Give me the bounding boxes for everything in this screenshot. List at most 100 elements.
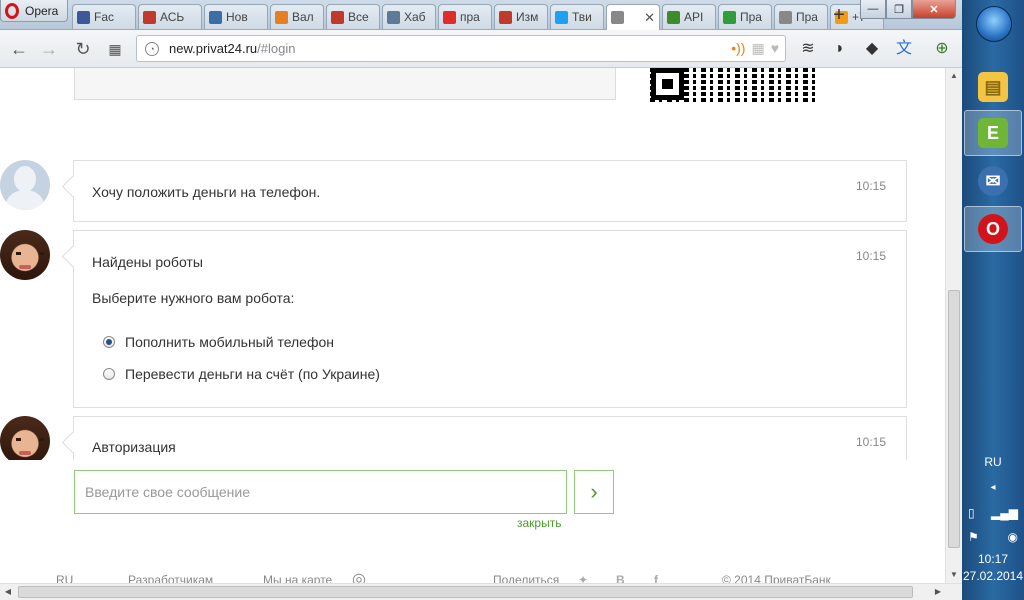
taskbar-explorer[interactable]: ▤ [964, 64, 1022, 110]
show-hidden-icons[interactable]: ◂ [962, 482, 1024, 493]
taskbar-evernote[interactable]: E [964, 110, 1022, 156]
horizontal-scrollbar[interactable]: ◀ ▶ [0, 583, 962, 600]
url-host: new.privat24.ru [169, 41, 258, 56]
speed-dial-add-icon[interactable]: ▦ [751, 40, 764, 57]
taskbar-thunderbird[interactable]: ✉ [964, 158, 1022, 204]
flag-icon[interactable]: ⚑ [968, 530, 979, 544]
browser-tab[interactable]: API [662, 4, 716, 29]
scroll-down-arrow-icon[interactable]: ▼ [946, 567, 962, 583]
puzzle-icon [143, 10, 156, 24]
opera-menu-button[interactable]: Opera [0, 0, 68, 22]
speed-dial-grid-icon[interactable]: ▦ [104, 38, 126, 60]
language-indicator[interactable]: RU [962, 455, 1024, 469]
message-time: 10:15 [855, 435, 886, 449]
scroll-left-arrow-icon[interactable]: ◀ [0, 584, 16, 600]
send-button[interactable]: › [574, 470, 614, 514]
windows-taskbar: ▤ E ✉ O RU ◂ ▯ ▂▄▆ ⚑ ◉ 10:17 27.02.2014 [962, 0, 1024, 600]
puzzle-icon [331, 10, 344, 24]
footer-developers-link[interactable]: Разработчикам [128, 573, 213, 583]
map-pin-icon[interactable]: ◎ [352, 569, 366, 583]
browser-tab[interactable]: Нов [204, 4, 268, 29]
heart-icon[interactable]: ♥ [771, 40, 779, 57]
tab-label: Изм [516, 10, 539, 24]
network-icon[interactable]: ◉ [1008, 530, 1018, 544]
browser-tab[interactable]: Вал [270, 4, 324, 29]
forward-arrow-icon[interactable]: → [38, 38, 60, 60]
radio-button-checked[interactable] [103, 336, 115, 348]
message-time: 10:15 [855, 179, 886, 193]
browser-tab[interactable]: Хаб [382, 4, 436, 29]
clock-date[interactable]: 27.02.2014 [962, 569, 1024, 583]
browser-tab[interactable]: Все [326, 4, 380, 29]
evernote-icon: E [978, 118, 1008, 148]
radio-button[interactable] [103, 368, 115, 380]
scroll-up-arrow-icon[interactable]: ▲ [946, 68, 962, 84]
tray-row: ⚑ ◉ [968, 530, 1018, 544]
pocket-icon[interactable]: ◗ [830, 39, 850, 59]
footer-map-link[interactable]: Мы на карте [263, 573, 332, 583]
message-text: Выберите нужного вам робота: [92, 290, 295, 306]
vertical-scrollbar[interactable]: ▲ ▼ [945, 68, 962, 583]
horizontal-scroll-thumb[interactable] [18, 586, 913, 598]
twitter-icon[interactable]: ✦ [578, 573, 588, 583]
scroll-right-arrow-icon[interactable]: ▶ [930, 584, 946, 600]
robot-option-label[interactable]: Пополнить мобильный телефон [125, 334, 334, 350]
message-text: Хочу положить деньги на телефон. [92, 184, 321, 200]
shield-icon [209, 10, 222, 24]
api-icon [667, 10, 680, 24]
browser-tab[interactable]: Пра [774, 4, 828, 29]
window-close-button[interactable]: ✕ [912, 0, 956, 19]
reload-icon[interactable]: ↻ [72, 38, 94, 60]
browser-tab[interactable]: пра [438, 4, 492, 29]
browser-tab[interactable]: Тви [550, 4, 604, 29]
robot-option-label[interactable]: Перевести деньги на счёт (по Украине) [125, 366, 380, 382]
minimize-button[interactable]: — [860, 0, 886, 19]
browser-tab[interactable]: ✕ [606, 4, 660, 30]
grid-icon [275, 10, 288, 24]
tab-label: Fac [94, 10, 115, 24]
footer-lang[interactable]: RU [56, 573, 73, 583]
tab-label: Вал [292, 10, 314, 24]
puzzle-icon [499, 10, 512, 24]
message-bubble: Хочу положить деньги на телефон. 10:15 [73, 160, 907, 222]
layers-icon[interactable]: ≋ [798, 39, 818, 59]
back-arrow-icon[interactable]: ← [8, 38, 30, 60]
site-info-icon[interactable]: ◔ [145, 41, 159, 56]
facebook-icon [77, 10, 90, 24]
browser-tab[interactable]: АСЬ [138, 4, 202, 29]
battery-icon[interactable]: ▯ [968, 506, 975, 520]
address-bar[interactable]: ◔ new.privat24.ru /#login •)) ▦ ♥ [136, 35, 786, 62]
tab-label: Пра [740, 10, 762, 24]
info-panel [74, 68, 616, 100]
message-input[interactable] [74, 470, 567, 514]
robot-option[interactable]: Перевести деньги на счёт (по Украине) [103, 366, 888, 382]
bot-avatar [0, 230, 50, 280]
tab-label: API [684, 10, 704, 24]
tab-label: пра [460, 10, 480, 24]
tab-strip: Opera Fac АСЬ Нов Вал Все Хаб пра Изм Тви ✕ API Пра… [0, 0, 962, 30]
opera-logo-icon [5, 2, 19, 19]
url-path: /#login [257, 41, 296, 56]
start-button[interactable] [976, 6, 1012, 42]
tab-close-icon[interactable]: ✕ [640, 10, 655, 26]
rss-icon[interactable]: •)) [731, 40, 745, 57]
clock-time[interactable]: 10:17 [962, 552, 1024, 566]
browser-tab[interactable]: Fac [72, 4, 136, 29]
vk-icon[interactable]: B [616, 573, 625, 583]
close-link[interactable]: закрыть [517, 516, 561, 530]
feed-icon[interactable]: ◆ [862, 39, 882, 59]
facebook-icon[interactable]: f [654, 573, 658, 583]
signal-icon[interactable]: ▂▄▆ [991, 506, 1018, 520]
robot-option[interactable]: Пополнить мобильный телефон [103, 334, 888, 350]
maximize-button[interactable]: ❐ [886, 0, 912, 19]
new-tab-button[interactable]: + [828, 5, 850, 27]
vertical-scroll-thumb[interactable] [948, 290, 960, 548]
bot-avatar [0, 416, 50, 460]
browser-tab[interactable]: Пра [718, 4, 772, 29]
taskbar-opera[interactable]: O [964, 206, 1022, 252]
download-icon[interactable]: ⊕ [932, 39, 952, 59]
translate-icon[interactable]: 文 [894, 39, 914, 59]
browser-tab[interactable]: Изм [494, 4, 548, 29]
tab-label: Нов [226, 10, 248, 24]
opera-menu-label: Opera [25, 3, 59, 18]
